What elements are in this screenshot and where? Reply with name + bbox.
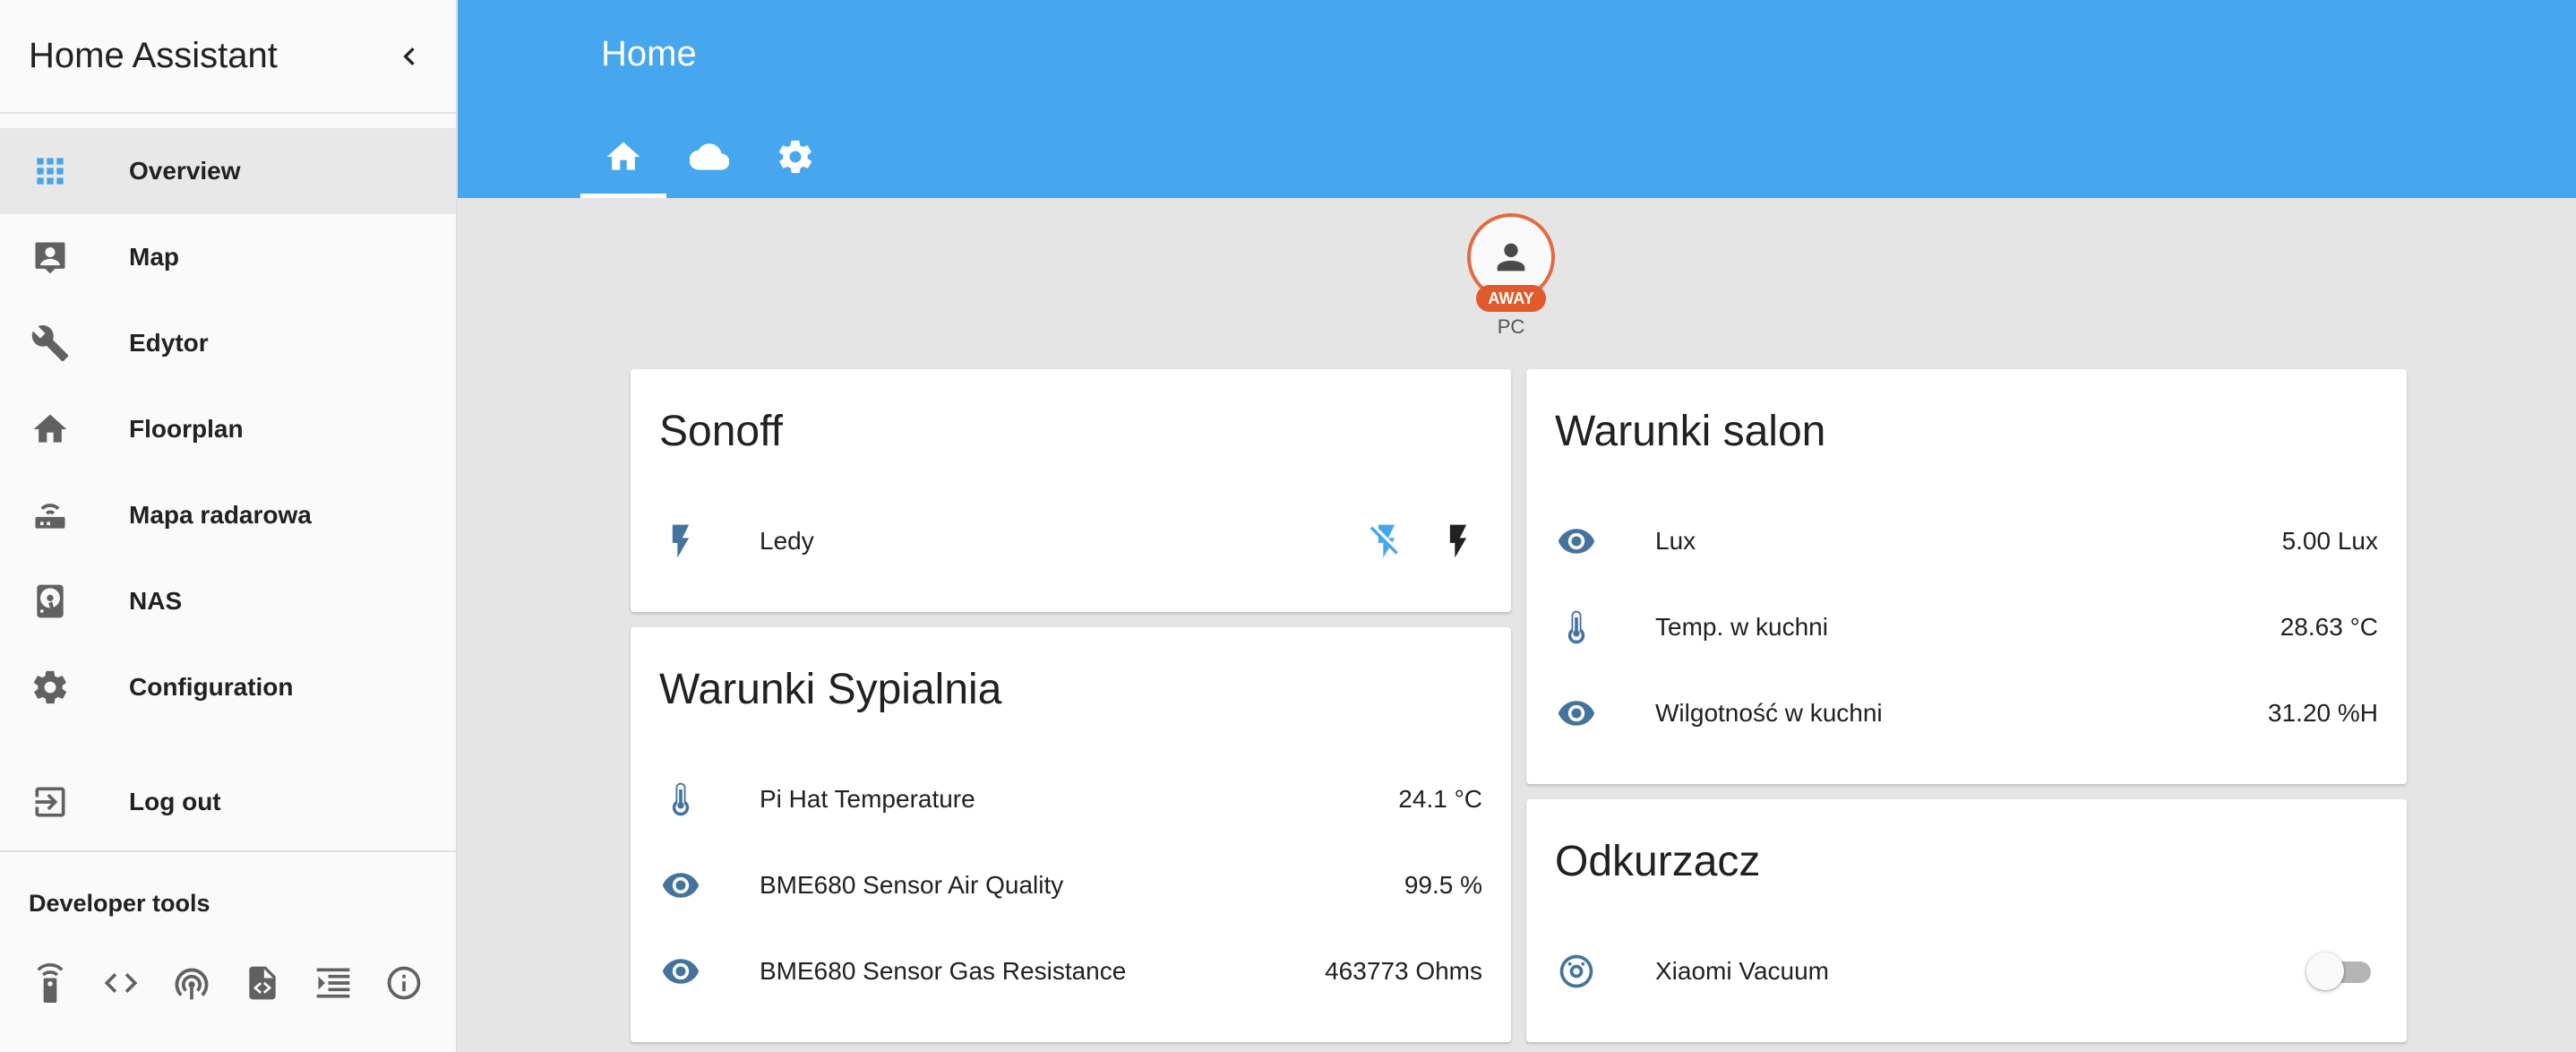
exit-icon bbox=[29, 780, 72, 823]
account-box-icon bbox=[29, 236, 72, 279]
person-icon bbox=[1497, 243, 1525, 272]
entity-row[interactable]: Pi Hat Temperature 24.1 °C bbox=[659, 756, 1482, 842]
sidebar-item-label: Map bbox=[129, 243, 179, 271]
sidebar-item-label: Configuration bbox=[129, 673, 294, 701]
entity-name[interactable]: Ledy bbox=[760, 527, 1339, 556]
developer-tools bbox=[0, 961, 456, 1005]
developer-tools-title: Developer tools bbox=[29, 890, 210, 917]
access-point-icon[interactable] bbox=[170, 961, 213, 1005]
entity-row[interactable]: BME680 Sensor Gas Resistance 463773 Ohms bbox=[659, 928, 1482, 1014]
card-odkurzacz: Odkurzacz Xiaomi Vacuum bbox=[1526, 799, 2407, 1042]
card-warunki-sypialnia: Warunki Sypialnia Pi Hat Temperature 24.… bbox=[631, 627, 1511, 1042]
gear-icon bbox=[29, 666, 72, 709]
flash-icon bbox=[1449, 524, 1467, 558]
sidebar-item-overview[interactable]: Overview bbox=[0, 128, 456, 214]
sidebar-item-label: Overview bbox=[129, 157, 241, 185]
eye-icon bbox=[1555, 520, 1598, 563]
sidebar-item-map[interactable]: Map bbox=[0, 214, 456, 300]
sidebar-item-label: Floorplan bbox=[129, 415, 244, 443]
eye-icon bbox=[659, 864, 702, 907]
view-tabs bbox=[580, 115, 838, 198]
entity-name: Lux bbox=[1655, 527, 1696, 555]
person-badge[interactable]: AWAY PC bbox=[1467, 213, 1555, 339]
turn-off-button[interactable] bbox=[1362, 517, 1411, 565]
sidebar-item-floorplan[interactable]: Floorplan bbox=[0, 386, 456, 472]
sidebar-item-label: Mapa radarowa bbox=[129, 501, 312, 529]
sidebar-item-label: Edytor bbox=[129, 329, 209, 357]
entity-state: 31.20 %H bbox=[2268, 699, 2378, 727]
router-icon bbox=[29, 494, 72, 537]
flash-icon[interactable] bbox=[659, 520, 702, 563]
gear-icon bbox=[778, 140, 812, 173]
eye-icon bbox=[659, 950, 702, 993]
logout-label: Log out bbox=[129, 788, 221, 815]
grid-icon bbox=[29, 150, 72, 193]
toggle-thumb bbox=[2306, 953, 2344, 990]
tab-cloud[interactable] bbox=[666, 115, 752, 198]
tab-settings[interactable] bbox=[752, 115, 838, 198]
entity-state: 28.63 °C bbox=[2280, 613, 2378, 641]
entity-state: 5.00 Lux bbox=[2281, 527, 2378, 555]
entity-name: Pi Hat Temperature bbox=[760, 785, 975, 813]
card-title: Warunki Sypialnia bbox=[659, 666, 1002, 713]
turn-on-button[interactable] bbox=[1434, 517, 1482, 565]
entity-name: Wilgotność w kuchni bbox=[1655, 699, 1883, 727]
tab-home[interactable] bbox=[580, 115, 666, 198]
page-title: Home bbox=[601, 34, 697, 73]
logout-button[interactable]: Log out bbox=[0, 759, 456, 845]
entity-name[interactable]: Xiaomi Vacuum bbox=[1655, 957, 2306, 986]
home-icon bbox=[29, 408, 72, 451]
sidebar-header: Home Assistant bbox=[0, 0, 456, 114]
card-title: Odkurzacz bbox=[1555, 838, 1761, 885]
wrench-icon bbox=[29, 322, 72, 365]
robot-vacuum-icon[interactable] bbox=[1555, 950, 1598, 993]
entity-row[interactable]: Temp. w kuchni 28.63 °C bbox=[1555, 584, 2378, 670]
card-sonoff: Sonoff Ledy bbox=[631, 369, 1511, 612]
harddisk-icon bbox=[29, 580, 72, 623]
entity-name: Temp. w kuchni bbox=[1655, 613, 1828, 641]
code-icon[interactable] bbox=[99, 961, 142, 1005]
vacuum-toggle[interactable] bbox=[2306, 953, 2374, 990]
entity-state: 24.1 °C bbox=[1398, 785, 1482, 813]
file-code-icon[interactable] bbox=[241, 961, 284, 1005]
entity-row[interactable]: Lux 5.00 Lux bbox=[1555, 498, 2378, 584]
sidebar-item-mapa-radarowa[interactable]: Mapa radarowa bbox=[0, 472, 456, 558]
entity-name: BME680 Sensor Air Quality bbox=[760, 871, 1064, 899]
entity-name: BME680 Sensor Gas Resistance bbox=[760, 957, 1127, 985]
entity-state: 99.5 % bbox=[1404, 871, 1482, 899]
entity-row: Xiaomi Vacuum bbox=[1555, 928, 2378, 1014]
flash-off-icon bbox=[1370, 524, 1398, 558]
sidebar-item-configuration[interactable]: Configuration bbox=[0, 644, 456, 730]
thermometer-icon bbox=[659, 778, 702, 821]
format-list-icon[interactable] bbox=[312, 961, 355, 1005]
badge-state: AWAY bbox=[1476, 285, 1546, 312]
sidebar-title: Home Assistant bbox=[29, 36, 278, 75]
entity-row[interactable]: Wilgotność w kuchni 31.20 %H bbox=[1555, 670, 2378, 756]
entity-row: Ledy bbox=[659, 498, 1482, 584]
sidebar: Home Assistant Overview Map Edytor Floor… bbox=[0, 0, 457, 1052]
badge-name: PC bbox=[1497, 315, 1525, 338]
card-title: Warunki salon bbox=[1555, 408, 1826, 455]
card-title: Sonoff bbox=[659, 408, 783, 455]
info-icon[interactable] bbox=[382, 961, 425, 1005]
card-warunki-salon: Warunki salon Lux 5.00 Lux Temp. w kuchn… bbox=[1526, 369, 2407, 784]
remote-icon[interactable] bbox=[29, 961, 72, 1005]
entity-state: 463773 Ohms bbox=[1325, 957, 1482, 985]
eye-icon bbox=[1555, 692, 1598, 735]
app-toolbar: Home bbox=[458, 0, 2576, 198]
chevron-left-icon[interactable] bbox=[391, 39, 427, 74]
sidebar-item-label: NAS bbox=[129, 587, 183, 615]
entity-row[interactable]: BME680 Sensor Air Quality 99.5 % bbox=[659, 842, 1482, 928]
thermometer-icon bbox=[1555, 606, 1598, 649]
cloud-icon bbox=[690, 142, 729, 170]
sidebar-item-nas[interactable]: NAS bbox=[0, 558, 456, 644]
home-icon bbox=[606, 142, 640, 170]
sidebar-item-edytor[interactable]: Edytor bbox=[0, 300, 456, 386]
